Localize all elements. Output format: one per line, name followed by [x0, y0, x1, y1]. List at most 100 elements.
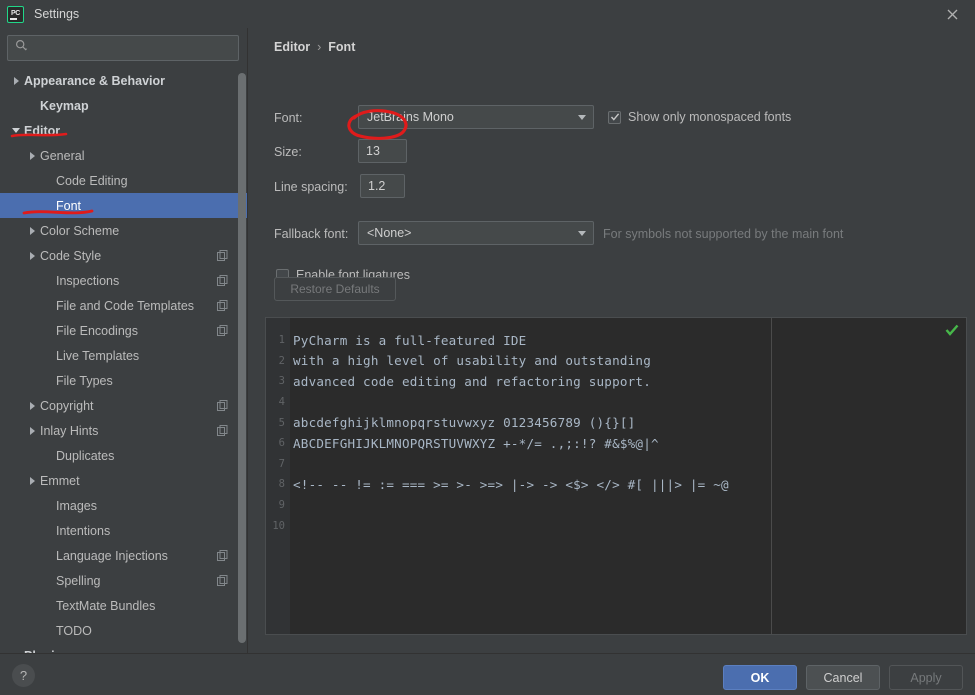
check-icon	[610, 113, 619, 121]
chevron-right-icon[interactable]	[24, 151, 40, 160]
restore-defaults-button[interactable]: Restore Defaults	[274, 277, 396, 301]
preview-code-line: 1 PyCharm is a full-featured IDE	[266, 330, 966, 351]
settings-sidebar: Appearance & Behavior Keymap Editor General…	[0, 28, 248, 653]
sidebar-item-spelling[interactable]: Spelling	[0, 568, 248, 593]
sidebar-item-file-types[interactable]: File Types	[0, 368, 248, 393]
size-field[interactable]	[358, 139, 407, 163]
sidebar-item-editor[interactable]: Editor	[0, 118, 248, 143]
pycharm-icon: PC	[7, 5, 24, 23]
font-family-combo[interactable]: JetBrains Mono	[358, 105, 594, 129]
help-icon[interactable]: ?	[12, 664, 35, 687]
sidebar-item-label: Emmet	[40, 473, 80, 488]
preview-code-line: 2 with a high level of usability and outs…	[266, 351, 966, 372]
sidebar-item-code-editing[interactable]: Code Editing	[0, 168, 248, 193]
sidebar-item-label: Inspections	[56, 273, 120, 288]
sidebar-item-language-injections[interactable]: Language Injections	[0, 543, 248, 568]
sidebar-item-plugins[interactable]: Plugins	[0, 643, 248, 654]
sidebar-item-label: Intentions	[56, 523, 111, 538]
title-bar: PC Settings	[0, 0, 975, 28]
sidebar-item-label: Live Templates	[56, 348, 140, 363]
sidebar-item-appearance-behavior[interactable]: Appearance & Behavior	[0, 68, 248, 93]
breadcrumb: Editor › Font	[274, 40, 355, 54]
project-scope-icon	[217, 575, 228, 586]
breadcrumb-parent[interactable]: Editor	[274, 40, 310, 54]
close-icon[interactable]	[929, 0, 975, 28]
line-spacing-label: Line spacing:	[274, 180, 348, 194]
line-number: 5	[278, 416, 285, 429]
fallback-font-combo[interactable]: <None>	[358, 221, 594, 245]
project-scope-icon	[217, 425, 228, 436]
breadcrumb-current: Font	[328, 40, 356, 54]
sidebar-item-file-and-code-templates[interactable]: File and Code Templates	[0, 293, 248, 318]
sidebar-item-label: TODO	[56, 623, 92, 638]
apply-button[interactable]: Apply	[889, 665, 963, 690]
sidebar-item-label: File Encodings	[56, 323, 138, 338]
sidebar-item-copyright[interactable]: Copyright	[0, 393, 248, 418]
project-scope-icon	[217, 300, 228, 311]
sidebar-item-label: General	[40, 148, 85, 163]
sidebar-item-general[interactable]: General	[0, 143, 248, 168]
font-preview-editor[interactable]: 1 PyCharm is a full-featured IDE 2 with a h…	[265, 317, 967, 635]
chevron-right-icon[interactable]	[24, 226, 40, 235]
line-spacing-field[interactable]	[360, 174, 405, 198]
line-text: advanced code editing and refactoring su…	[293, 373, 651, 389]
ok-button[interactable]: OK	[723, 665, 797, 690]
sidebar-item-font[interactable]: Font	[0, 193, 248, 218]
chevron-right-icon[interactable]	[24, 401, 40, 410]
sidebar-item-label: Color Scheme	[40, 223, 120, 238]
fallback-font-value: <None>	[367, 226, 412, 240]
sidebar-item-inspections[interactable]: Inspections	[0, 268, 248, 293]
chevron-right-icon[interactable]	[8, 76, 24, 85]
breadcrumb-separator: ›	[317, 40, 322, 54]
sidebar-item-color-scheme[interactable]: Color Scheme	[0, 218, 248, 243]
cancel-button[interactable]: Cancel	[806, 665, 880, 690]
sidebar-item-inlay-hints[interactable]: Inlay Hints	[0, 418, 248, 443]
search-box[interactable]	[7, 35, 239, 61]
chevron-right-icon[interactable]	[24, 426, 40, 435]
sidebar-item-label: File Types	[56, 373, 113, 388]
pycharm-icon-bar	[10, 18, 17, 20]
sidebar-item-label: Inlay Hints	[40, 423, 99, 438]
sidebar-item-live-templates[interactable]: Live Templates	[0, 343, 248, 368]
line-spacing-input[interactable]	[361, 179, 404, 193]
preview-code-line: 9	[266, 495, 966, 516]
project-scope-icon	[217, 550, 228, 561]
line-text: abcdefghijklmnopqrstuvwxyz 0123456789 ()…	[293, 415, 636, 431]
settings-tree: Appearance & Behavior Keymap Editor General…	[0, 68, 248, 653]
chevron-right-icon[interactable]	[24, 251, 40, 260]
preview-code-line: 3 advanced code editing and refactoring s…	[266, 371, 966, 392]
sidebar-item-todo[interactable]: TODO	[0, 618, 248, 643]
sidebar-item-file-encodings[interactable]: File Encodings	[0, 318, 248, 343]
sidebar-item-textmate-bundles[interactable]: TextMate Bundles	[0, 593, 248, 618]
project-scope-icon	[217, 275, 228, 286]
chevron-down-icon[interactable]	[8, 128, 24, 133]
sidebar-item-label: Appearance & Behavior	[24, 73, 166, 88]
search-icon	[15, 39, 28, 57]
sidebar-item-duplicates[interactable]: Duplicates	[0, 443, 248, 468]
line-number: 1	[278, 334, 285, 347]
line-text: PyCharm is a full-featured IDE	[293, 332, 527, 348]
chevron-right-icon[interactable]	[24, 476, 40, 485]
show-monospaced-checkbox[interactable]: Show only monospaced fonts	[608, 110, 791, 124]
line-text: with a high level of usability and outst…	[293, 353, 651, 369]
sidebar-scrollbar-thumb[interactable]	[238, 73, 246, 643]
help-icon-label: ?	[19, 668, 28, 683]
sidebar-item-label: Font	[56, 198, 82, 213]
line-number: 9	[278, 499, 285, 512]
sidebar-item-keymap[interactable]: Keymap	[0, 93, 248, 118]
sidebar-item-images[interactable]: Images	[0, 493, 248, 518]
font-family-value: JetBrains Mono	[367, 110, 454, 124]
search-input[interactable]	[32, 41, 232, 55]
show-monospaced-checkbox-box	[608, 110, 621, 124]
sidebar-item-intentions[interactable]: Intentions	[0, 518, 248, 543]
line-number: 2	[278, 354, 285, 367]
settings-dialog: PC Settings Appearance & Behavior Keymap E…	[0, 0, 975, 695]
sidebar-item-emmet[interactable]: Emmet	[0, 468, 248, 493]
sidebar-item-code-style[interactable]: Code Style	[0, 243, 248, 268]
line-text: ABCDEFGHIJKLMNOPQRSTUVWXYZ +-*/= .,;:!? …	[293, 435, 659, 451]
size-input[interactable]	[359, 144, 406, 158]
sidebar-item-label: Language Injections	[56, 548, 168, 563]
fallback-font-label: Fallback font:	[274, 227, 349, 241]
project-scope-icon	[217, 325, 228, 336]
chevron-down-icon	[571, 114, 593, 120]
